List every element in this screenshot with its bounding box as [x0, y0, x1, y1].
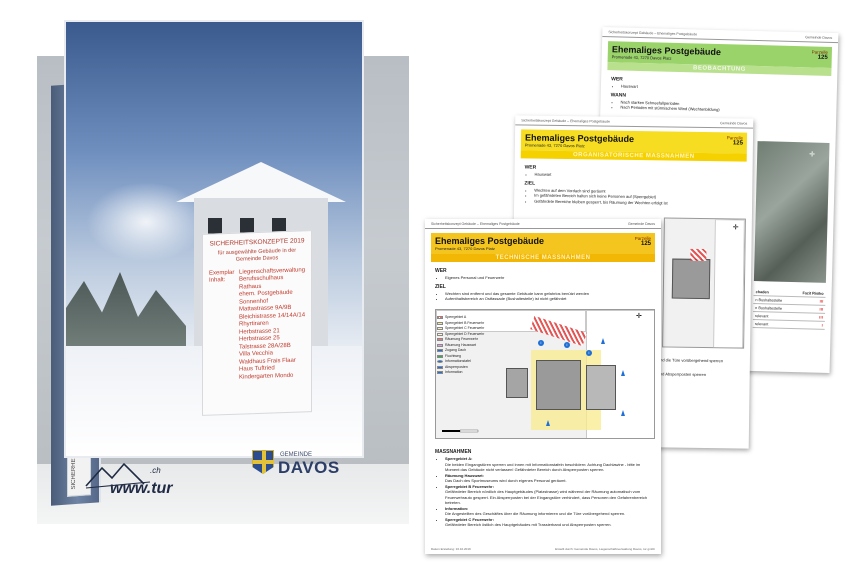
parzelle-number: 125	[640, 241, 651, 247]
massnahme-item: Sperrgebiet A:Die beiden Eingangstüren s…	[445, 456, 651, 473]
wer-heading: WER	[435, 268, 447, 274]
header-left: Sicherheitskonzept Gebäude – Ehemaliges …	[521, 118, 610, 124]
side-note: und die Türe vorübergehend sperren	[657, 357, 724, 364]
massnahme-title: Sperrgebiet C Feuerwehr:	[445, 516, 494, 522]
info-icon: i	[586, 350, 592, 356]
page-title: Ehemaliges Postgebäude	[435, 236, 545, 246]
north-arrow-icon: ✛	[809, 151, 816, 159]
row-risk: !!!	[819, 315, 824, 320]
info-icon: i	[538, 340, 544, 346]
parzelle-number: 125	[817, 54, 828, 61]
massnahme-text: Die beiden Eingangstüren sperren und inn…	[445, 461, 641, 473]
snowy-roof	[176, 162, 346, 202]
north-arrow-icon: ✛	[636, 313, 642, 320]
header-right: Gemeinde Davos	[720, 121, 748, 126]
massnahme-text: Gefährdeter Bereich östlich des Hauptgeb…	[445, 522, 612, 527]
legend-item: Information	[437, 370, 499, 376]
massnahme-item: Information:Die Angestellten des Geschäf…	[445, 506, 651, 517]
parzelle-box: Parzelle 125	[727, 135, 743, 150]
zone-sperrgebiet-a	[690, 248, 707, 262]
section-massnahmen: MASSNAHMEN Sperrgebiet A:Die beiden Eing…	[425, 443, 661, 528]
page-technisch: Sicherheitskonzept Gebäude – Ehemaliges …	[425, 219, 661, 554]
window	[208, 218, 222, 234]
title-bar: Ehemaliges Postgebäude Promenade 43, 727…	[431, 233, 655, 254]
north-arrow-icon: ✛	[732, 224, 739, 232]
tur-logo-ch: .ch	[150, 466, 161, 475]
road	[713, 219, 745, 349]
row-risk: !!!	[819, 299, 824, 304]
inhalt-label: Inhalt:	[209, 277, 226, 284]
page-header: Sicherheitskonzept Gebäude – Ehemaliges …	[515, 115, 754, 129]
massnahme-text: Die Angestellten des Geschäftes über die…	[445, 511, 626, 516]
info-icon: i	[564, 342, 570, 348]
cover-label: SICHERHEITSKONZEPTE 2019 für ausgewählte…	[202, 230, 312, 416]
inhalt-item: Kindergarten Mondo	[239, 372, 294, 381]
row-label: n Bushaltestelle	[755, 305, 783, 311]
parzelle-box: Parzelle 125	[635, 236, 651, 251]
blockade-arrow-icon	[601, 338, 605, 344]
table-header-right: Fazit Risiko	[802, 290, 824, 296]
inhalt-list: Berufsschulhaus Rathaus ehem. Postgebäud…	[239, 274, 305, 381]
table-row: relevant!	[752, 320, 825, 330]
side-note: und Absperrposten sperren	[657, 370, 707, 377]
section-band: TECHNISCHE MASSNAHMEN	[431, 254, 655, 262]
parzelle-number: 125	[732, 140, 743, 147]
side-notes: und die Türe vorübergehend sperren und A…	[658, 357, 750, 377]
parzelle-box: Parzelle 125	[811, 49, 828, 64]
row-risk: !	[821, 323, 823, 328]
massnahme-item: Sperrgebiet B Feuerwehr:Gefährdeter Bere…	[445, 484, 651, 506]
cover-row-inhalt: Inhalt: Berufsschulhaus Rathaus ehem. Po…	[209, 274, 305, 382]
footer-right: Erstellt durch: Gemeinde Davos, Liegensc…	[555, 547, 655, 551]
page-header: Sicherheitskonzept Gebäude – Ehemaliges …	[602, 26, 839, 44]
row-label: n Bushaltestelle	[755, 297, 783, 303]
header-right: Gemeinde Davos	[805, 35, 833, 40]
ziel-item: Aufenthaltsbereich an Ostfassade (Bushal…	[445, 296, 651, 302]
blockade-arrow-icon	[621, 370, 625, 376]
building-small	[506, 368, 528, 398]
row-label: relevant	[754, 313, 769, 318]
massnahme-title: Information:	[445, 505, 469, 511]
scale-bar-icon	[442, 429, 479, 433]
table-header-left: chaden	[755, 289, 769, 294]
building-annex	[586, 365, 616, 410]
ziel-heading: ZIEL	[435, 283, 446, 290]
massnahme-title: Sperrgebiet B Feuerwehr:	[445, 483, 494, 489]
massnahmen-heading: MASSNAHMEN	[435, 449, 472, 455]
header-left: Sicherheitskonzept Gebäude – Ehemaliges …	[431, 222, 520, 226]
page-footer: Datum Erstellung: 16.10.2019 Erstellt du…	[431, 547, 655, 551]
footer-left: Datum Erstellung: 16.10.2019	[431, 547, 471, 551]
massnahme-text: Gefährdeter Bereich nördlich des Hauptge…	[445, 489, 648, 505]
massnahme-text: Das Dach des Sportmuseums wird durch eig…	[445, 478, 567, 483]
page-address: Promenade 43, 7270 Davos Platz	[435, 246, 495, 251]
cover-subtitle: für ausgewählte Gebäude in der Gemeinde …	[217, 247, 297, 263]
header-left: Sicherheitskonzept Gebäude – Ehemaliges …	[608, 30, 698, 37]
building	[671, 258, 711, 300]
davos-text: DAVOS	[278, 458, 340, 477]
row-risk: !!!	[819, 307, 824, 312]
row-label: relevant	[754, 321, 769, 326]
map-legend: Sperrgebiet A Sperrgebiet B Feuerwehr Sp…	[437, 315, 499, 376]
page-header: Sicherheitskonzept Gebäude – Ehemaliges …	[425, 219, 661, 229]
massnahme-item: Sperrgebiet C Feuerwehr:Gefährdeter Bere…	[445, 517, 651, 528]
aerial-photo	[753, 141, 830, 283]
wer-item: Eigenes Personal und Feuerwehr	[445, 275, 651, 281]
section-wer: WER Hauswart ZIEL Wechten auf dem Vordac…	[514, 158, 753, 206]
building-main	[536, 360, 581, 410]
massnahme-item: Räumung Hauswart:Das Dach des Sportmuseu…	[445, 473, 651, 484]
risk-table: chaden Fazit Risiko n Bushaltestelle!!! …	[752, 288, 826, 330]
tur-logo-text: www.tur	[110, 480, 173, 497]
section-wer: WER Eigenes Personal und Feuerwehr ZIEL …	[425, 262, 661, 302]
section-wer: WER Hauswart WANN Nach starken Schneefal…	[600, 70, 837, 116]
map-organisatorisch: ✛	[662, 217, 746, 349]
blockade-arrow-icon	[546, 420, 550, 426]
header-right: Gemeinde Davos	[627, 222, 655, 226]
massnahme-title: Räumung Hauswart:	[445, 472, 484, 478]
blockade-arrow-icon	[621, 410, 625, 416]
massnahme-title: Sperrgebiet A:	[445, 456, 473, 461]
